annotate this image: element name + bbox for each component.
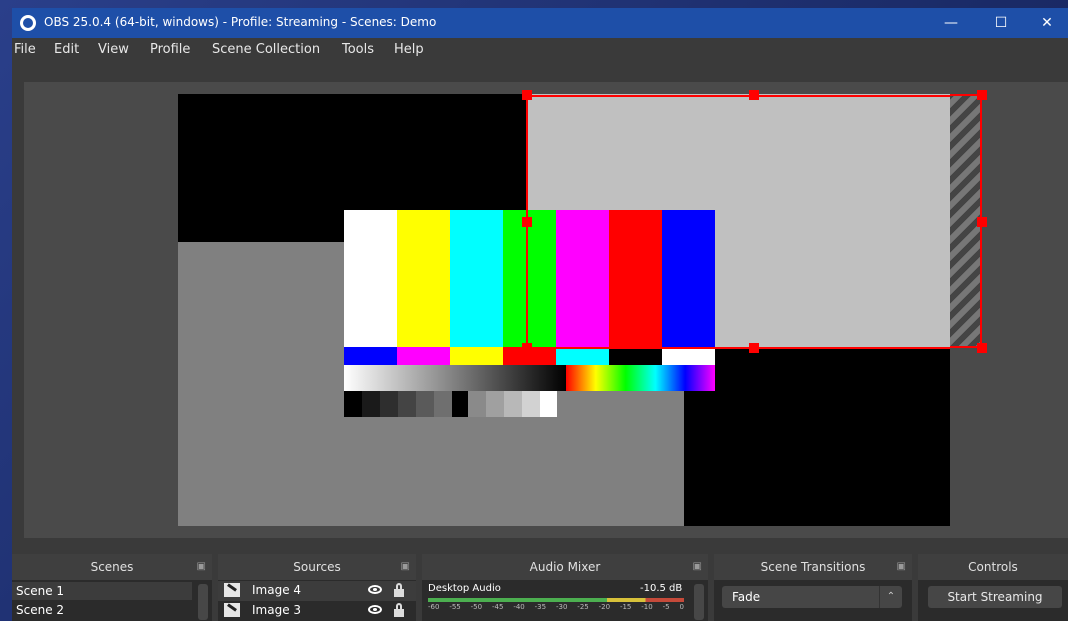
handle-middle-left[interactable]	[522, 217, 532, 227]
menu-scene-collection[interactable]: Scene Collection	[212, 42, 320, 57]
menu-profile[interactable]: Profile	[150, 42, 190, 57]
transition-select[interactable]: Fade ⌃	[722, 586, 902, 608]
sources-dock-header: Sources ▣	[218, 554, 416, 580]
handle-top-left[interactable]	[522, 90, 532, 100]
obs-logo-icon	[20, 15, 36, 31]
handle-bottom-left[interactable]	[522, 343, 532, 353]
preview-canvas[interactable]	[178, 90, 987, 526]
scenes-scrollbar[interactable]	[198, 584, 208, 620]
handle-top-right[interactable]	[977, 90, 987, 100]
handle-bottom-right[interactable]	[977, 343, 987, 353]
visibility-eye-icon[interactable]	[368, 585, 382, 594]
menu-edit[interactable]: Edit	[54, 42, 79, 57]
source-name: Image 3	[252, 603, 302, 617]
audio-level-readout: -10.5 dB	[640, 583, 683, 594]
volume-meter	[428, 598, 684, 602]
controls-dock-title: Controls	[968, 560, 1018, 574]
lock-icon[interactable]	[394, 583, 404, 597]
audio-mixer-dock-header: Audio Mixer ▣	[422, 554, 708, 580]
controls-panel: Start Streaming	[918, 580, 1068, 621]
obs-window: OBS 25.0.4 (64-bit, windows) - Profile: …	[12, 8, 1068, 621]
window-title: OBS 25.0.4 (64-bit, windows) - Profile: …	[44, 15, 437, 29]
scene-transitions-panel: Fade ⌃	[714, 580, 912, 621]
undock-icon[interactable]: ▣	[197, 554, 206, 580]
source-row[interactable]: Image 3	[218, 601, 416, 621]
handle-middle-right[interactable]	[977, 217, 987, 227]
sources-dock-title: Sources	[293, 560, 341, 574]
scene-item[interactable]: Scene 1	[12, 582, 192, 600]
audio-channel-name: Desktop Audio	[428, 583, 501, 594]
audio-mixer-dock-title: Audio Mixer	[529, 560, 601, 574]
handle-bottom-middle[interactable]	[749, 343, 759, 353]
menu-bar: File Edit View Profile Scene Collection …	[12, 38, 1068, 62]
image-icon	[224, 603, 240, 617]
scenes-dock-header: Scenes ▣	[12, 554, 212, 580]
menu-view[interactable]: View	[98, 42, 129, 57]
scene-transitions-dock-header: Scene Transitions ▣	[714, 554, 912, 580]
menu-help[interactable]: Help	[394, 42, 424, 57]
sources-list: Image 4 Image 3	[218, 580, 416, 621]
maximize-button[interactable]: ☐	[978, 8, 1024, 38]
undock-icon[interactable]: ▣	[401, 554, 410, 580]
audio-mixer-panel: Desktop Audio -10.5 dB -60 -55 -50 -45 -40…	[422, 580, 708, 621]
scenes-dock-title: Scenes	[90, 560, 134, 574]
preview-area[interactable]	[24, 82, 1068, 538]
handle-top-middle[interactable]	[749, 90, 759, 100]
visibility-eye-icon[interactable]	[368, 605, 382, 614]
title-bar: OBS 25.0.4 (64-bit, windows) - Profile: …	[12, 8, 1068, 38]
scenes-list: Scene 1 Scene 2	[12, 580, 212, 621]
controls-dock-header: Controls	[918, 554, 1068, 580]
close-button[interactable]: ✕	[1024, 8, 1068, 38]
transition-select-value: Fade	[732, 590, 761, 604]
menu-file[interactable]: File	[14, 42, 36, 57]
scene-item[interactable]: Scene 2	[12, 601, 192, 619]
start-streaming-button[interactable]: Start Streaming	[928, 586, 1062, 608]
audio-mixer-scrollbar[interactable]	[694, 584, 704, 620]
lock-icon[interactable]	[394, 603, 404, 617]
color-bars-source	[344, 210, 715, 417]
chevron-updown-icon[interactable]: ⌃	[879, 586, 902, 608]
volume-meter-scale: -60 -55 -50 -45 -40 -35 -30 -25 -20 -15 -10 -5…	[428, 603, 684, 611]
scene-render	[178, 94, 982, 526]
source-name: Image 4	[252, 583, 302, 597]
source-row[interactable]: Image 4	[218, 581, 416, 601]
menu-tools[interactable]: Tools	[342, 42, 374, 57]
undock-icon[interactable]: ▣	[897, 554, 906, 580]
image-icon	[224, 583, 240, 597]
scene-transitions-dock-title: Scene Transitions	[760, 560, 866, 574]
minimize-button[interactable]: —	[928, 8, 974, 38]
undock-icon[interactable]: ▣	[693, 554, 702, 580]
